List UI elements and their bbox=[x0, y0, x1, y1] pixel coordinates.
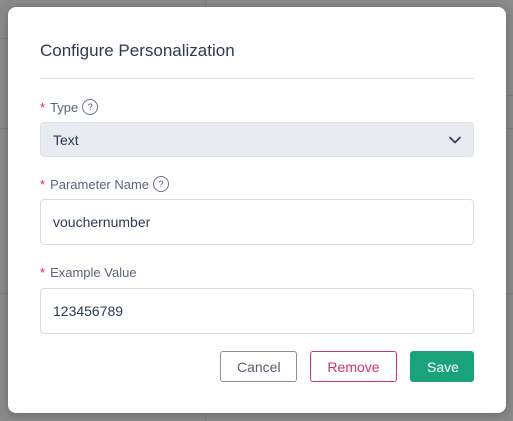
background-divider bbox=[505, 128, 513, 129]
background-divider bbox=[505, 95, 513, 96]
example-value-input[interactable] bbox=[40, 288, 474, 334]
type-select[interactable]: Text bbox=[40, 122, 474, 157]
type-label-text: Type bbox=[50, 99, 79, 115]
title-divider bbox=[40, 78, 474, 79]
chevron-down-icon bbox=[449, 136, 461, 143]
remove-button[interactable]: Remove bbox=[310, 351, 397, 382]
type-label: * Type ? bbox=[40, 99, 99, 115]
type-select-value: Text bbox=[53, 131, 79, 148]
example-value-label: * Example Value bbox=[40, 265, 137, 280]
parameter-name-input[interactable] bbox=[40, 199, 474, 245]
background-divider bbox=[505, 293, 513, 294]
required-mark: * bbox=[40, 265, 46, 280]
help-icon[interactable]: ? bbox=[153, 176, 170, 192]
cancel-button[interactable]: Cancel bbox=[220, 351, 297, 382]
example-value-label-text: Example Value bbox=[50, 265, 137, 280]
parameter-name-label: * Parameter Name ? bbox=[40, 176, 170, 192]
save-button[interactable]: Save bbox=[410, 351, 474, 382]
required-mark: * bbox=[40, 99, 46, 115]
parameter-name-label-text: Parameter Name bbox=[50, 176, 150, 192]
configure-personalization-dialog: Configure Personalization * Type ? Text … bbox=[8, 7, 506, 413]
dialog-footer: Cancel Remove Save bbox=[220, 351, 474, 382]
help-icon[interactable]: ? bbox=[82, 99, 99, 115]
required-mark: * bbox=[40, 176, 46, 192]
dialog-title: Configure Personalization bbox=[40, 41, 235, 60]
